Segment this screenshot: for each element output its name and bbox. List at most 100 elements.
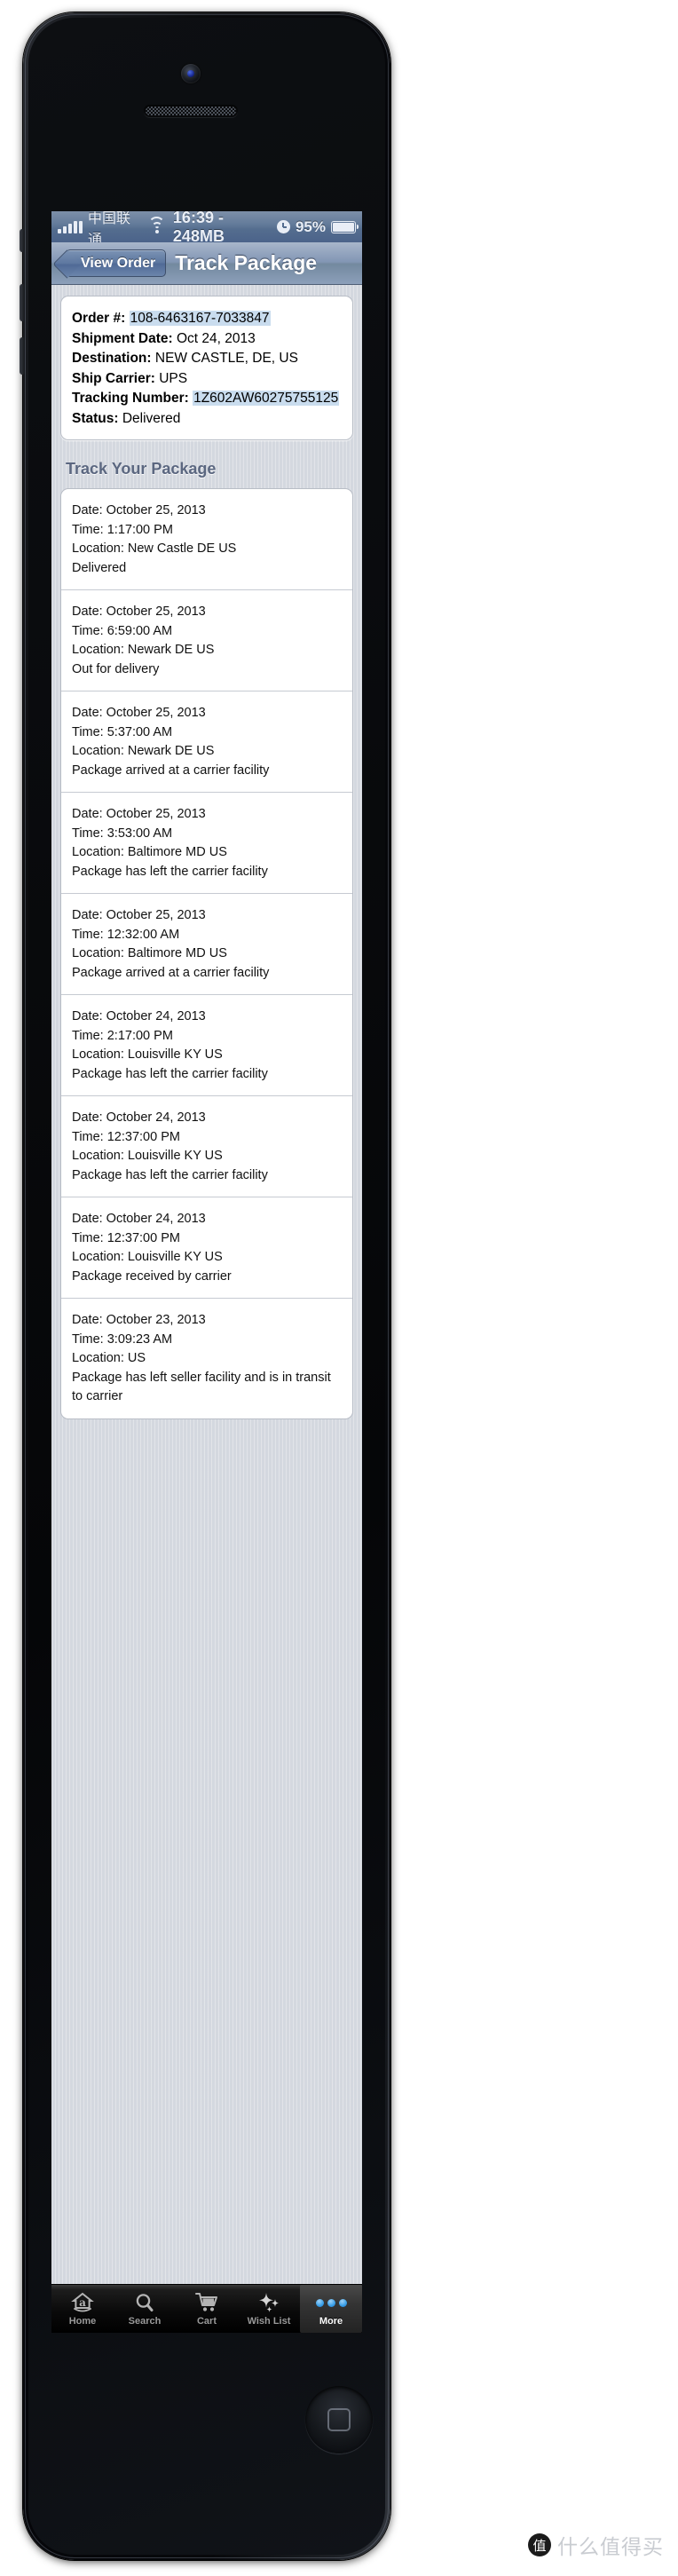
battery-icon — [331, 220, 359, 233]
event-date: Date: October 24, 2013 — [72, 1110, 206, 1125]
table-row[interactable]: Date: October 25, 2013 Time: 6:59:00 AM … — [61, 590, 352, 691]
home-button-square — [327, 2408, 351, 2431]
event-time: Time: 6:59:00 AM — [72, 623, 173, 638]
event-date: Date: October 25, 2013 — [72, 908, 206, 922]
order-value-ship-carrier: UPS — [159, 370, 188, 386]
event-description: Package has left the carrier facility — [72, 1066, 268, 1081]
table-row[interactable]: Date: October 25, 2013 Time: 1:17:00 PM … — [61, 489, 352, 590]
table-row[interactable]: Date: October 24, 2013 Time: 12:37:00 PM… — [61, 1096, 352, 1197]
search-icon — [131, 2291, 158, 2314]
tab-label: Wish List — [247, 2316, 291, 2327]
volume-down-button[interactable] — [20, 337, 25, 375]
event-date: Date: October 24, 2013 — [72, 1009, 206, 1023]
status-bar-right: 95% — [276, 217, 359, 236]
battery-percent: 95% — [295, 217, 326, 235]
back-button-label: View Order — [81, 255, 156, 271]
signal-bars-icon — [58, 220, 83, 233]
phone-screen: 中国联通 16:39 - 248MB 95% View Order Track … — [51, 211, 362, 2333]
tab-cart[interactable]: Cart — [176, 2285, 238, 2333]
order-value-shipment-date: Oct 24, 2013 — [177, 330, 256, 346]
earpiece-speaker — [144, 105, 238, 117]
event-description: Package arrived at a carrier facility — [72, 763, 270, 778]
status-bar: 中国联通 16:39 - 248MB 95% — [51, 211, 362, 248]
status-time-and-data: 16:39 - 248MB — [172, 211, 225, 245]
order-summary-card: Order #: 108-6463167-7033847 Shipment Da… — [60, 296, 353, 440]
order-value-order-number: 108-6463167-7033847 — [129, 311, 271, 326]
event-location: Location: Louisville KY US — [72, 1047, 223, 1062]
event-date: Date: October 25, 2013 — [72, 706, 206, 720]
order-label: Tracking Number: — [72, 391, 189, 406]
table-row[interactable]: Date: October 24, 2013 Time: 12:37:00 PM… — [61, 1197, 352, 1299]
three-dots-icon — [315, 2291, 347, 2314]
event-time: Time: 12:32:00 AM — [72, 927, 180, 942]
scroll-content[interactable]: Order #: 108-6463167-7033847 Shipment Da… — [51, 285, 362, 2284]
event-date: Date: October 24, 2013 — [72, 1212, 206, 1226]
tab-more[interactable]: More — [300, 2285, 362, 2333]
tracking-events-list: Date: October 25, 2013 Time: 1:17:00 PM … — [60, 488, 353, 1419]
home-button[interactable] — [305, 2386, 373, 2454]
section-title-track-your-package: Track Your Package — [66, 460, 217, 478]
event-location: Location: Newark DE US — [72, 744, 215, 758]
camera-lens — [187, 70, 194, 77]
event-time: Time: 3:09:23 AM — [72, 1331, 173, 1347]
table-row[interactable]: Date: October 24, 2013 Time: 2:17:00 PM … — [61, 995, 352, 1096]
watermark-text: 什么值得买 — [557, 2536, 664, 2559]
screenshot-root: 中国联通 16:39 - 248MB 95% View Order Track … — [0, 0, 678, 2576]
event-time: Time: 12:37:00 PM — [72, 1230, 180, 1245]
wifi-icon — [148, 216, 166, 233]
tab-label: Search — [128, 2316, 162, 2327]
event-date: Date: October 25, 2013 — [72, 807, 206, 821]
event-description: Out for delivery — [72, 661, 160, 676]
page-title: Track Package — [175, 251, 318, 274]
table-row[interactable]: Date: October 23, 2013 Time: 3:09:23 AM … — [61, 1299, 352, 1418]
order-label: Shipment Date: — [72, 330, 173, 346]
cart-icon — [193, 2291, 220, 2314]
order-row: Tracking Number: 1Z602AW60275755125 — [72, 389, 342, 409]
event-location: Location: Louisville KY US — [72, 1149, 223, 1163]
order-value-destination: NEW CASTLE, DE, US — [154, 351, 298, 366]
order-row: Status: Delivered — [72, 409, 342, 430]
tab-label: More — [319, 2316, 343, 2327]
event-description: Package has left seller facility and is … — [72, 1370, 331, 1404]
sparkle-star-icon — [256, 2291, 282, 2314]
volume-up-button[interactable] — [20, 284, 25, 321]
event-location: Location: US — [72, 1351, 146, 1365]
event-description: Package has left the carrier facility — [72, 1167, 268, 1182]
order-value-tracking-number: 1Z602AW60275755125 — [193, 391, 340, 406]
order-label: Destination: — [72, 351, 152, 366]
event-location: Location: Louisville KY US — [72, 1250, 223, 1264]
svg-text:a: a — [79, 2296, 86, 2309]
event-date: Date: October 25, 2013 — [72, 503, 206, 518]
clock-icon — [276, 220, 290, 233]
watermark-badge: 值 — [528, 2533, 551, 2556]
event-location: Location: New Castle DE US — [72, 541, 237, 556]
amazon-home-icon: a — [69, 2291, 96, 2314]
event-time: Time: 1:17:00 PM — [72, 522, 173, 537]
event-time: Time: 3:53:00 AM — [72, 826, 173, 841]
tab-home[interactable]: a Home — [51, 2285, 114, 2333]
front-camera — [181, 64, 201, 83]
tab-search[interactable]: Search — [114, 2285, 176, 2333]
event-date: Date: October 25, 2013 — [72, 604, 206, 619]
event-location: Location: Newark DE US — [72, 643, 215, 657]
event-time: Time: 5:37:00 AM — [72, 724, 173, 739]
event-description: Package has left the carrier facility — [72, 864, 268, 879]
order-label: Status: — [72, 410, 119, 426]
silent-switch[interactable] — [20, 229, 25, 252]
event-time: Time: 2:17:00 PM — [72, 1028, 173, 1043]
order-row: Order #: 108-6463167-7033847 — [72, 309, 342, 329]
event-location: Location: Baltimore MD US — [72, 845, 227, 859]
order-value-status: Delivered — [122, 410, 181, 426]
watermark: 值 什么值得买 — [528, 2530, 664, 2560]
event-description: Delivered — [72, 560, 127, 575]
table-row[interactable]: Date: October 25, 2013 Time: 3:53:00 AM … — [61, 793, 352, 894]
tab-label: Home — [68, 2316, 97, 2327]
table-row[interactable]: Date: October 25, 2013 Time: 12:32:00 AM… — [61, 894, 352, 995]
tab-wish-list[interactable]: Wish List — [238, 2285, 300, 2333]
back-button-view-order[interactable]: View Order — [66, 249, 167, 277]
event-description: Package arrived at a carrier facility — [72, 965, 270, 980]
speaker-mesh — [146, 107, 236, 115]
table-row[interactable]: Date: October 25, 2013 Time: 5:37:00 AM … — [61, 691, 352, 793]
navigation-bar: View Order Track Package — [51, 242, 362, 285]
event-location: Location: Baltimore MD US — [72, 946, 227, 960]
